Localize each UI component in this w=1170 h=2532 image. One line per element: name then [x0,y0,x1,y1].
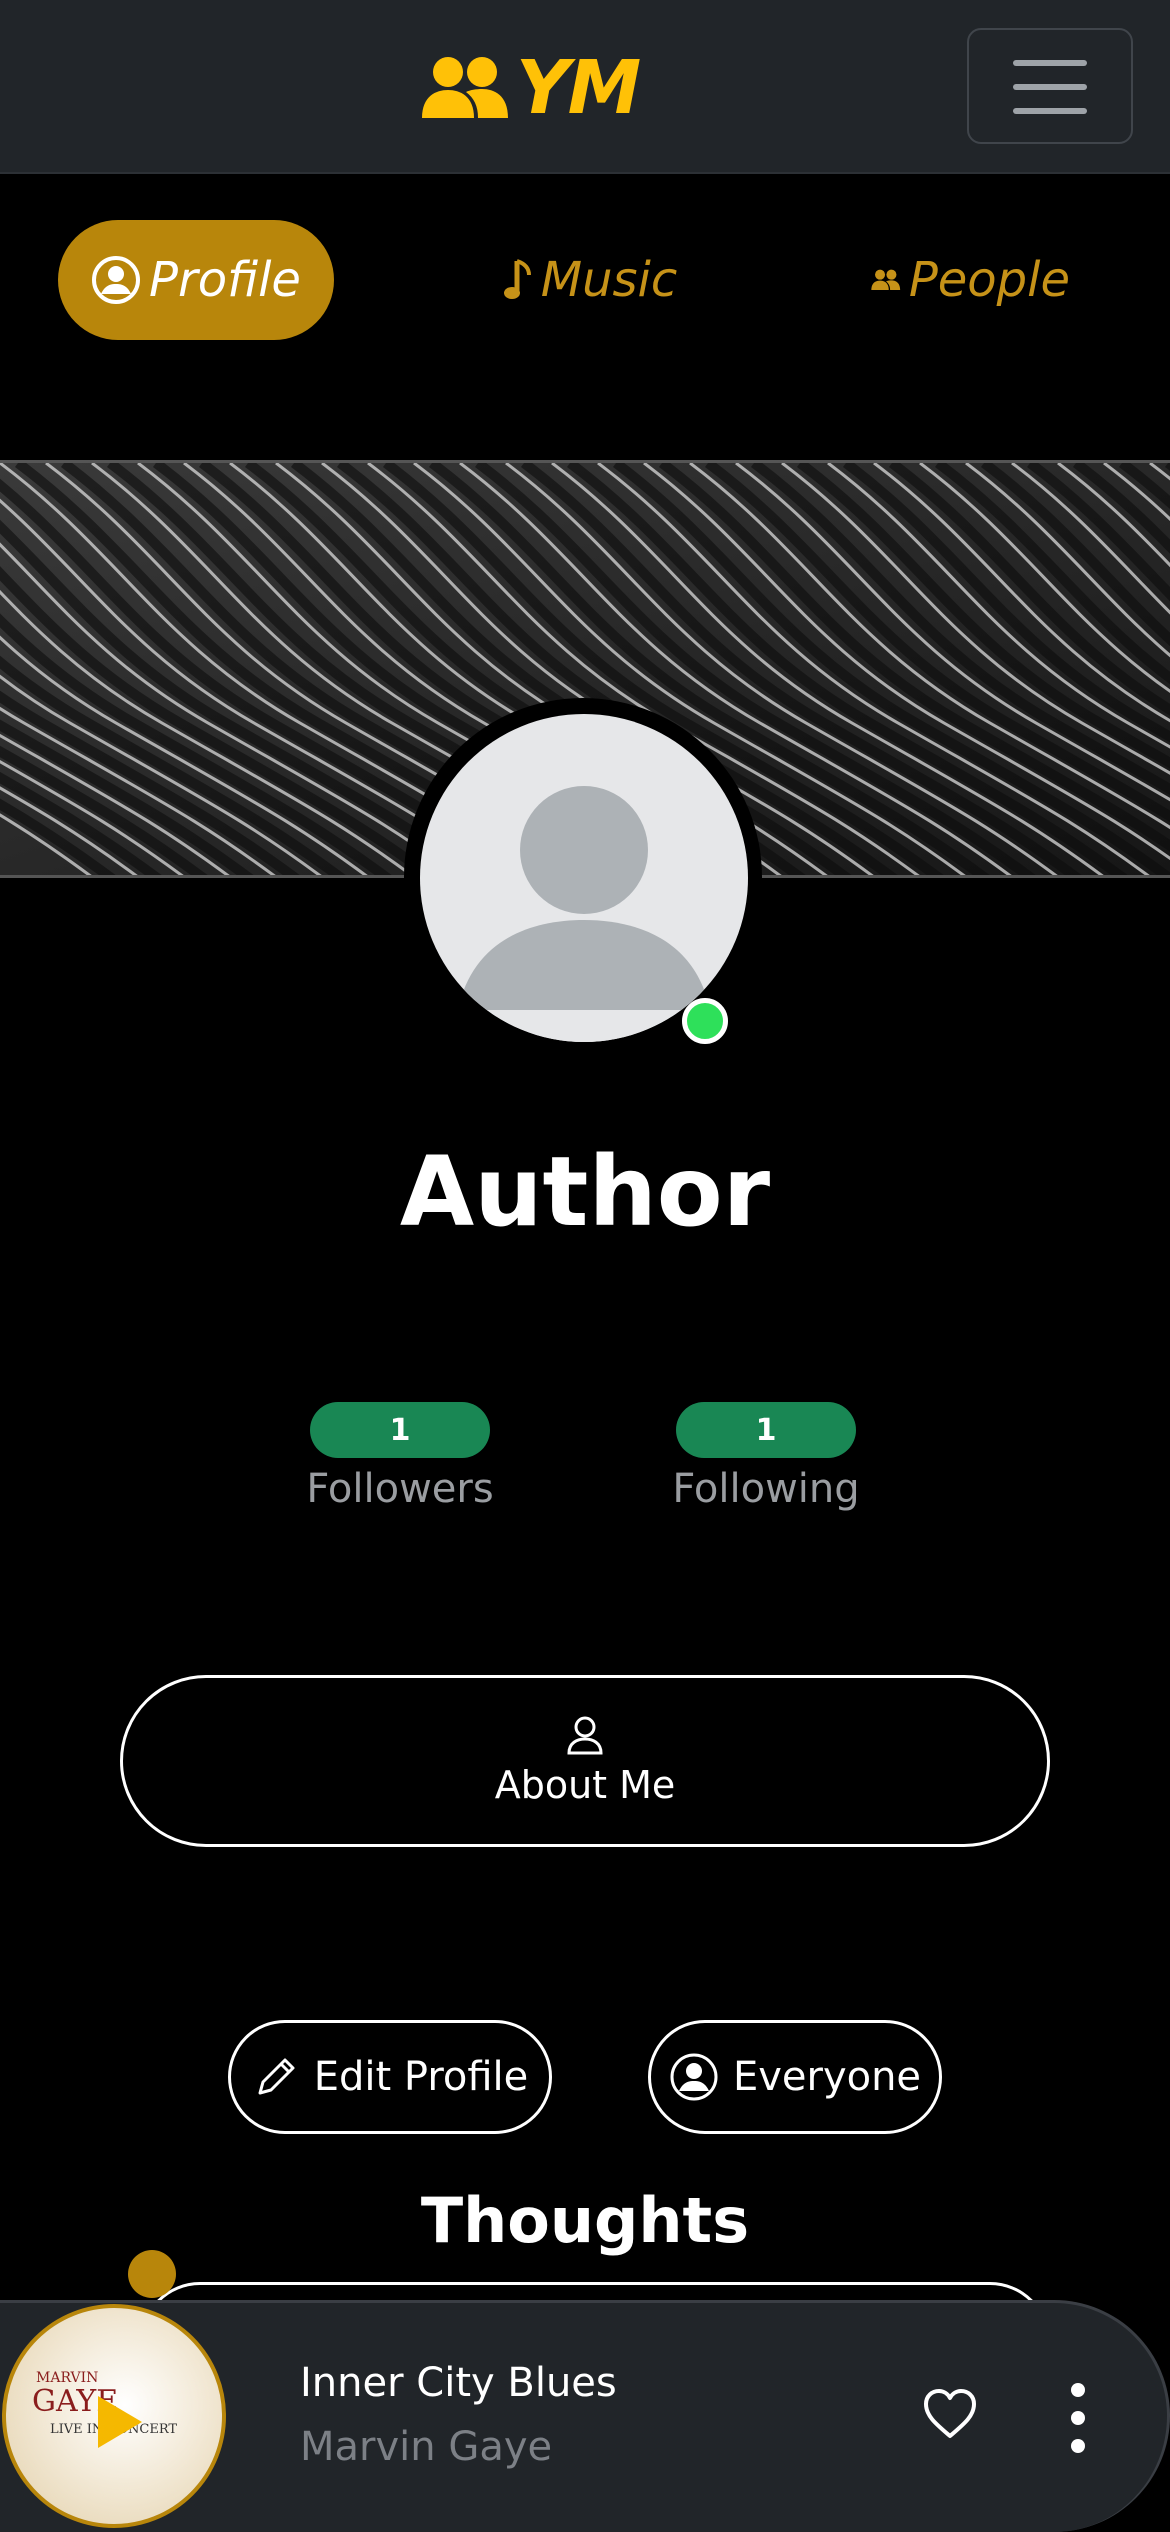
visibility-everyone-button[interactable]: Everyone [648,2020,942,2134]
about-me-button[interactable]: About Me [120,1675,1050,1847]
profile-name: Author [399,1136,771,1248]
followers-label: Followers [306,1466,494,1512]
scroll-indicator-dot [128,2250,176,2298]
play-icon[interactable] [92,2392,146,2452]
followers-stat[interactable]: 1 Followers [300,1402,500,1512]
now-playing-artist: Marvin Gaye [300,2424,553,2470]
tab-people[interactable]: People [870,220,1070,340]
about-me-label: About Me [494,1763,676,1807]
more-options-icon[interactable] [1064,2380,1092,2456]
users-icon [422,57,508,118]
users-icon [871,269,901,291]
tab-people-label: People [908,252,1070,308]
avatar[interactable] [420,714,748,1042]
followers-count-badge: 1 [310,1402,490,1458]
pencil-icon [258,2058,295,2095]
following-stat[interactable]: 1 Following [666,1402,866,1512]
music-note-icon [503,259,531,299]
album-art[interactable]: MARVIN GAYE LIVE IN CONCERT [2,2304,226,2528]
brand-logo[interactable]: YM [418,45,641,131]
brand-text: YM [516,45,641,131]
edit-profile-label: Edit Profile [313,2054,529,2100]
following-count-badge: 1 [676,1402,856,1458]
person-icon [567,1716,603,1755]
default-avatar-icon [420,786,748,1042]
visibility-label: Everyone [732,2054,922,2100]
edit-profile-button[interactable]: Edit Profile [228,2020,552,2134]
tab-profile[interactable]: Profile [58,220,334,340]
thoughts-heading: Thoughts [420,2184,750,2257]
user-circle-icon [670,2053,718,2101]
hamburger-menu-icon [1013,60,1087,66]
following-label: Following [672,1466,860,1512]
now-playing-title: Inner City Blues [300,2360,617,2406]
heart-icon[interactable] [922,2388,978,2440]
menu-toggle-button[interactable] [967,28,1133,144]
online-status-indicator [682,998,728,1044]
tab-music[interactable]: Music [500,220,680,340]
tab-profile-label: Profile [149,252,301,308]
user-circle-icon [92,256,141,304]
tab-music-label: Music [540,252,678,308]
